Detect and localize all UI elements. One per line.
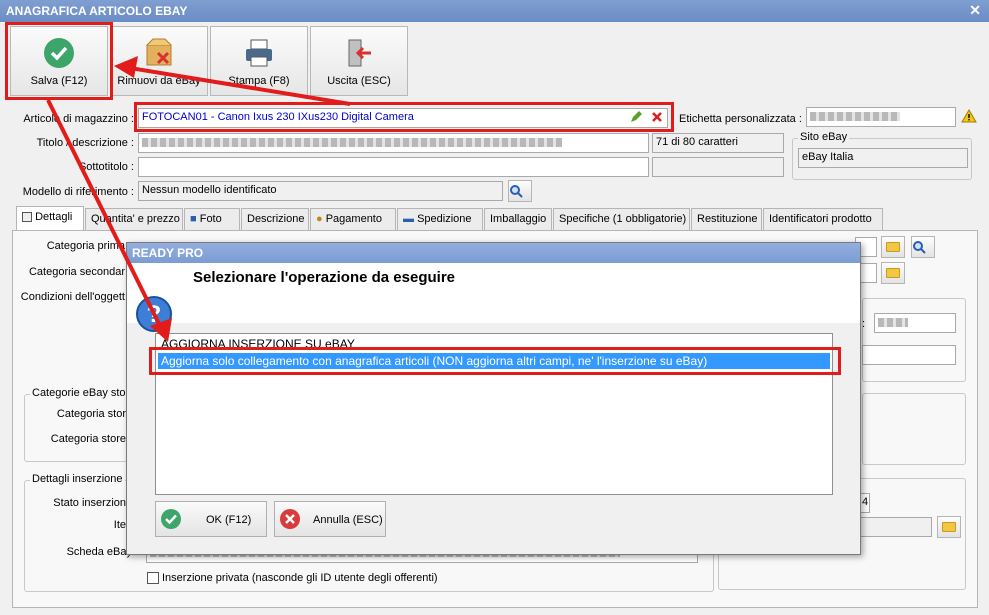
annotation-arrows (46, 56, 351, 342)
